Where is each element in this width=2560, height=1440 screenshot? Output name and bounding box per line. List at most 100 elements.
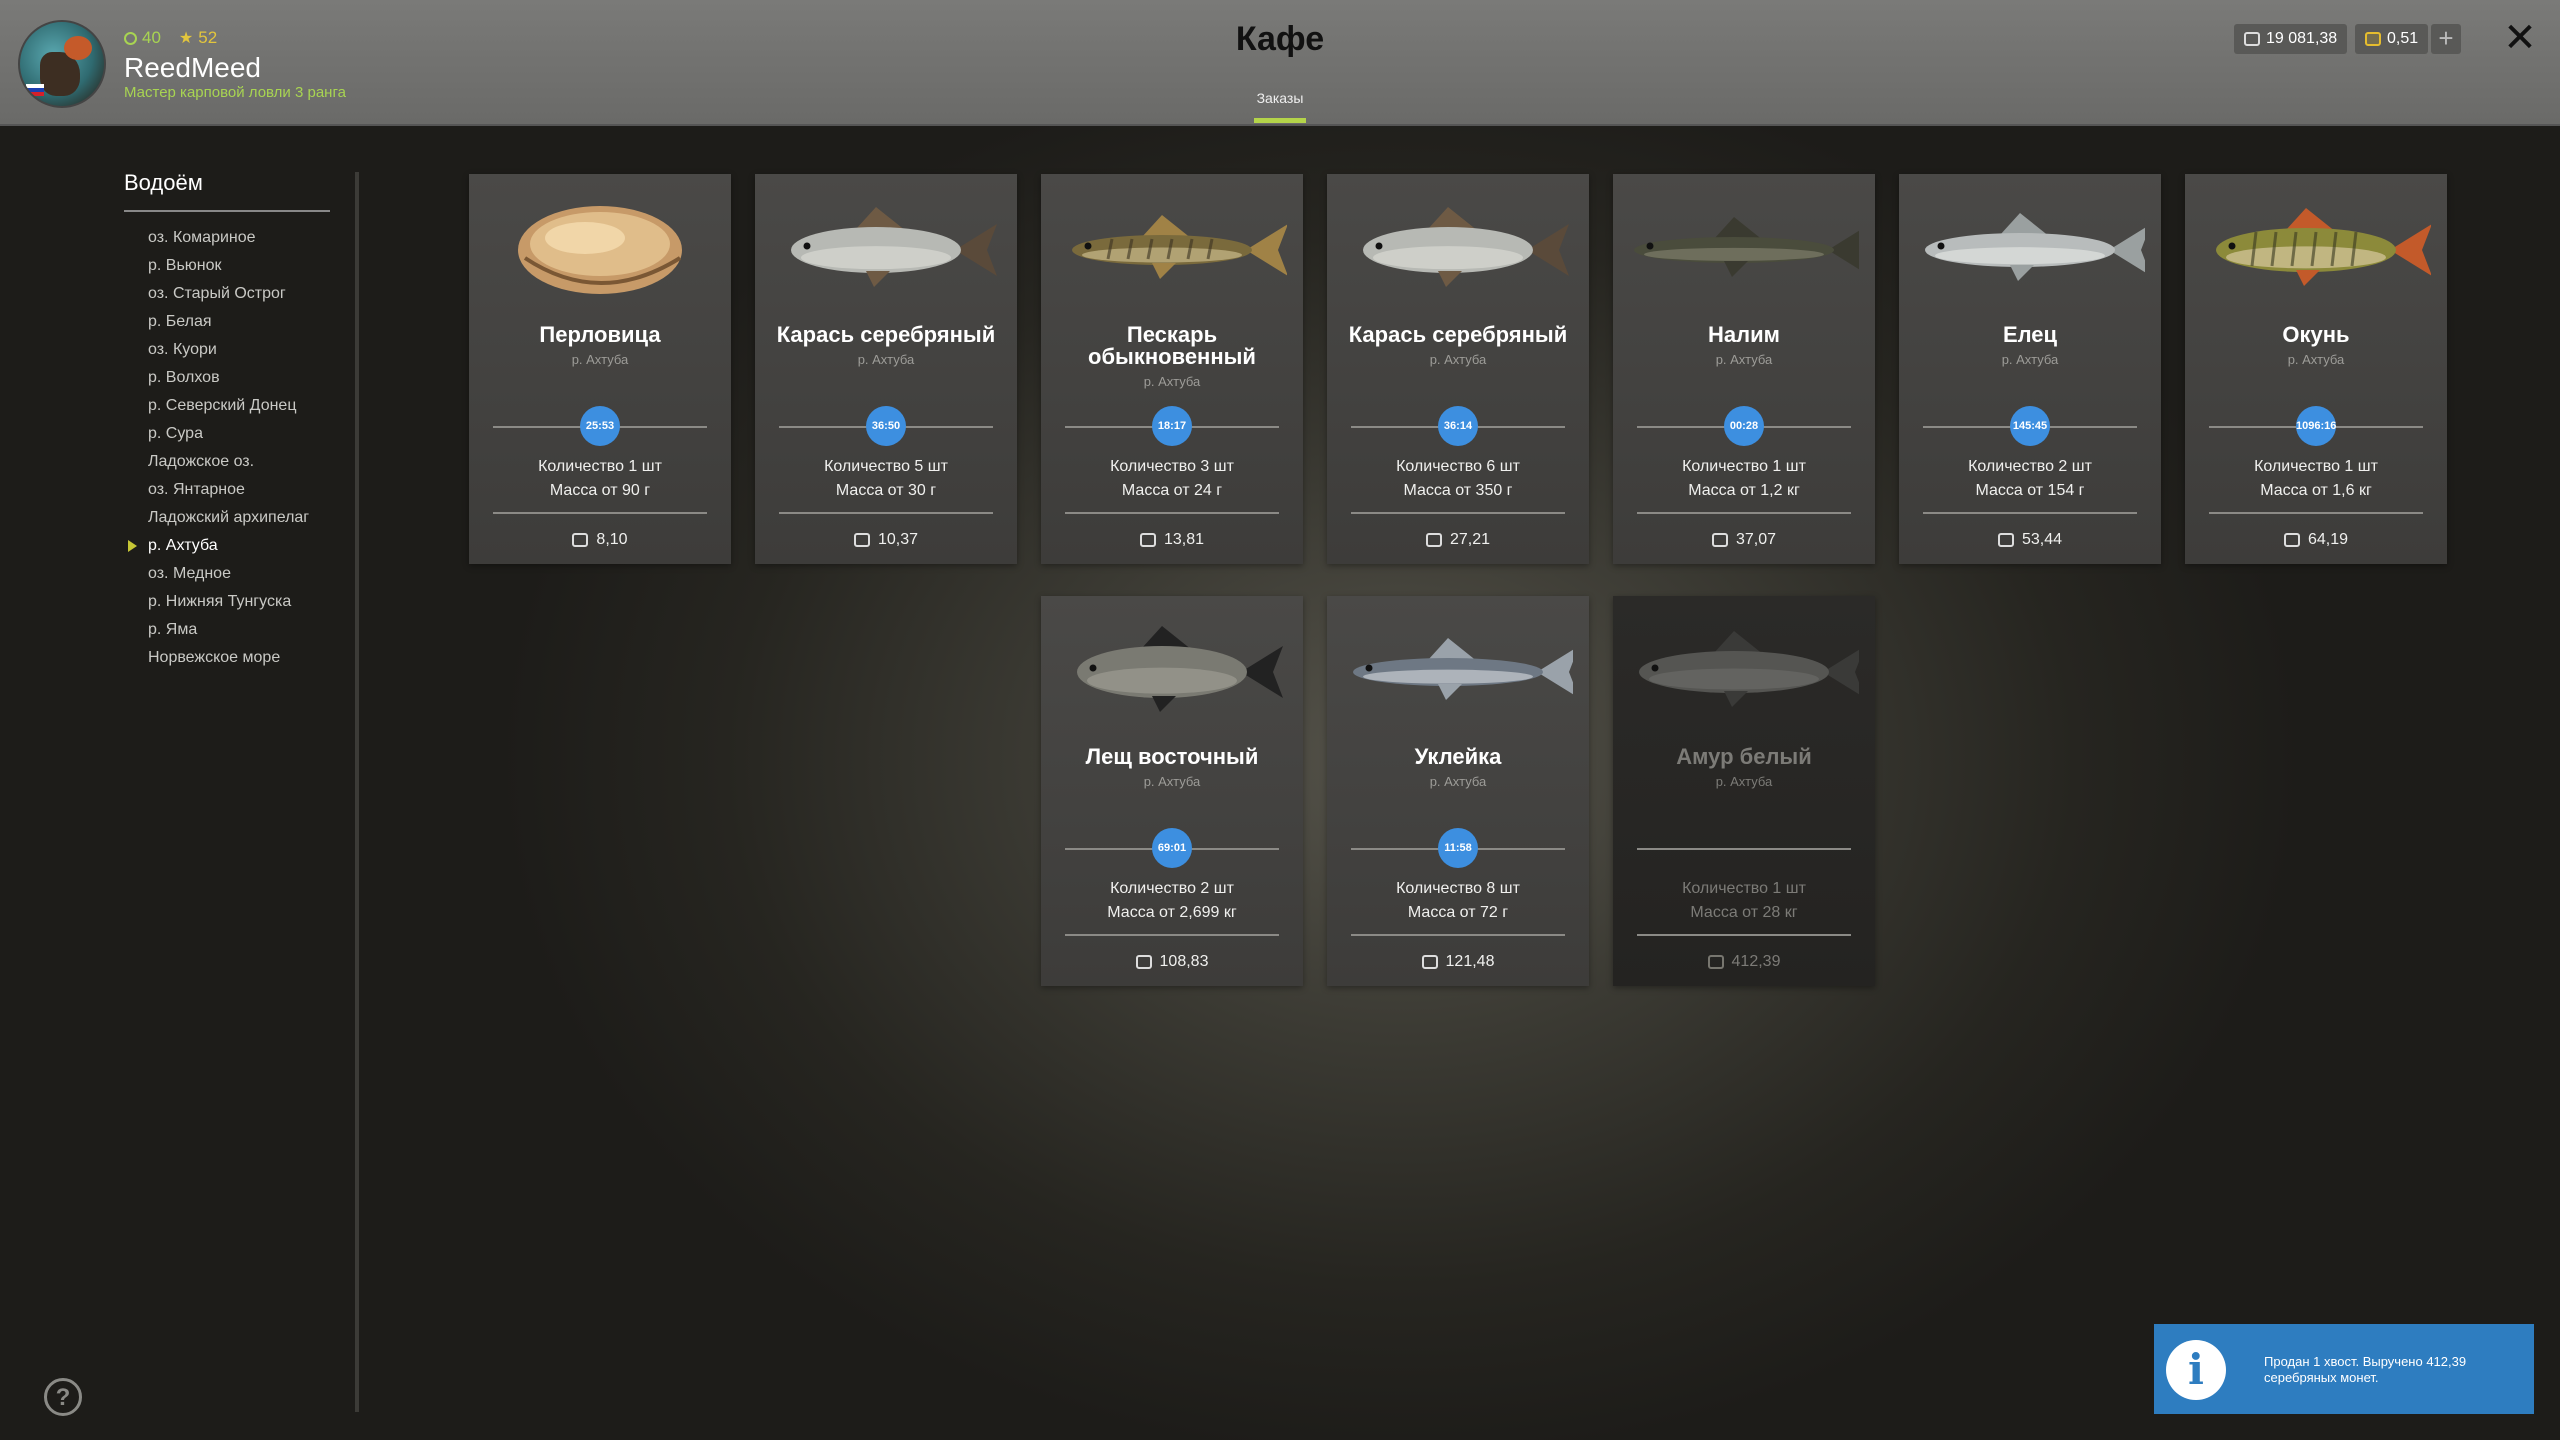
order-card[interactable]: Перловица р. Ахтуба 25:53 Количество 1 шт Ма…: [469, 174, 731, 564]
order-mass: Масса от 350 г: [1403, 482, 1513, 499]
order-card[interactable]: Лещ восточный р. Ахтуба 69:01 Количество 2 …: [1041, 596, 1303, 986]
water-body-label: р. Северский Донец: [148, 397, 297, 414]
order-card[interactable]: Елец р. Ахтуба 145:45 Количество 2 шт Масса …: [1899, 174, 2161, 564]
order-quantity: Количество 2 шт: [1110, 880, 1234, 897]
order-timer: 36:14: [1438, 406, 1478, 446]
add-currency-button[interactable]: +: [2431, 24, 2461, 54]
order-price: 8,10: [469, 531, 731, 549]
tab-orders[interactable]: Заказы: [1230, 90, 1330, 106]
water-body-item[interactable]: р. Вьюнок: [148, 252, 309, 280]
order-mass: Масса от 1,6 кг: [2260, 482, 2372, 499]
order-price-value: 64,19: [2307, 531, 2349, 548]
order-mass: Масса от 1,2 кг: [1688, 482, 1800, 499]
water-body-label: оз. Медное: [148, 565, 231, 582]
water-body-label: р. Волхов: [148, 369, 220, 386]
order-location: р. Ахтуба: [1429, 774, 1487, 789]
silver-coin-icon: [572, 533, 589, 547]
order-item-name: Пескарь обыкновенный: [1088, 322, 1256, 369]
gold-balance-value: 0,51: [2387, 30, 2419, 47]
silver-coin-icon: [1711, 533, 1728, 547]
water-body-item[interactable]: р. Ахтуба: [128, 532, 309, 560]
water-body-item[interactable]: оз. Куори: [148, 336, 309, 364]
order-quantity: Количество 2 шт: [1968, 458, 2092, 475]
water-body-list: оз. Комариное р. Вьюнок оз. Старый Острог р…: [128, 224, 309, 672]
order-timer: 25:53: [580, 406, 620, 446]
silver-coin-icon: [1425, 533, 1442, 547]
water-body-label: р. Сура: [148, 425, 203, 442]
close-button[interactable]: ✕: [2500, 18, 2540, 58]
order-location: р. Ахтуба: [1715, 352, 1773, 367]
fish-image: [2201, 188, 2432, 308]
card-divider: [493, 512, 707, 514]
order-timer: 145:45: [2010, 406, 2050, 446]
silver-coin-icon: [1135, 955, 1152, 969]
order-price-value: 108,83: [1159, 953, 1209, 970]
order-card[interactable]: Карась серебряный р. Ахтуба 36:50 Количеств…: [755, 174, 1017, 564]
water-body-item[interactable]: Норвежское море: [148, 644, 309, 672]
water-body-item[interactable]: Ладожский архипелаг: [148, 504, 309, 532]
order-timer: 69:01: [1152, 828, 1192, 868]
fish-image: [1915, 188, 2151, 308]
water-body-item[interactable]: р. Яма: [148, 616, 309, 644]
order-quantity: Количество 1 шт: [1682, 458, 1806, 475]
order-price-value: 13,81: [1163, 531, 1205, 548]
silver-balance-value: 19 081,38: [2266, 30, 2338, 47]
order-price: 412,39: [1613, 953, 1875, 971]
order-item-name: Карась серебряный: [1348, 322, 1568, 347]
help-button[interactable]: ?: [44, 1378, 82, 1416]
order-timer: 11:58: [1438, 828, 1478, 868]
fish-image: [1629, 188, 1870, 308]
water-body-item[interactable]: оз. Медное: [148, 560, 309, 588]
order-card[interactable]: Налим р. Ахтуба 00:28 Количество 1 шт Масса …: [1613, 174, 1875, 564]
order-card[interactable]: Карась серебряный р. Ахтуба 36:14 Количеств…: [1327, 174, 1589, 564]
card-divider: [1065, 934, 1279, 936]
water-body-item[interactable]: оз. Комариное: [148, 224, 309, 252]
water-body-item[interactable]: Ладожское оз.: [148, 448, 309, 476]
silver-coin-icon: [1997, 533, 2014, 547]
water-body-label: оз. Куори: [148, 341, 217, 358]
water-body-item[interactable]: оз. Янтарное: [148, 476, 309, 504]
water-body-label: оз. Старый Острог: [148, 285, 286, 302]
order-price: 64,19: [2185, 531, 2447, 549]
order-item-name: Карась серебряный: [776, 322, 996, 347]
water-body-label: Норвежское море: [148, 649, 281, 666]
fish-image: [1629, 610, 1865, 730]
player-rank: Мастер карповой ловли 3 ранга: [124, 84, 346, 101]
order-card[interactable]: Пескарь обыкновенный р. Ахтуба 18:17 Количе…: [1041, 174, 1303, 564]
order-mass: Масса от 90 г: [549, 482, 651, 499]
water-body-item[interactable]: р. Волхов: [148, 364, 309, 392]
fish-image: [1343, 188, 1573, 308]
order-price-value: 37,07: [1735, 531, 1777, 548]
order-quantity: Количество 8 шт: [1396, 880, 1520, 897]
order-location: р. Ахтуба: [571, 352, 629, 367]
water-body-item[interactable]: р. Северский Донец: [148, 392, 309, 420]
order-price: 37,07: [1613, 531, 1875, 549]
silver-coin-icon: [1139, 533, 1156, 547]
water-body-item[interactable]: р. Белая: [148, 308, 309, 336]
active-tab-indicator: [1254, 118, 1306, 123]
water-body-item[interactable]: оз. Старый Острог: [148, 280, 309, 308]
order-quantity: Количество 1 шт: [2254, 458, 2378, 475]
card-divider: [1065, 512, 1279, 514]
water-body-item[interactable]: р. Нижняя Тунгуска: [148, 588, 309, 616]
water-body-item[interactable]: р. Сура: [148, 420, 309, 448]
fish-image: [771, 188, 1001, 308]
order-price: 108,83: [1041, 953, 1303, 971]
notification-text: Продан 1 хвост. Выручено 412,39 серебрян…: [2264, 1354, 2467, 1385]
order-mass: Масса от 30 г: [835, 482, 937, 499]
order-quantity: Количество 3 шт: [1110, 458, 1234, 475]
order-price: 13,81: [1041, 531, 1303, 549]
silver-coin-icon: [1421, 955, 1438, 969]
notification-toast: i Продан 1 хвост. Выручено 412,39 серебр…: [2154, 1324, 2534, 1414]
order-price-value: 27,21: [1449, 531, 1491, 548]
order-mass: Масса от 72 г: [1407, 904, 1509, 921]
order-timer: 18:17: [1152, 406, 1192, 446]
order-quantity: Количество 1 шт: [538, 458, 662, 475]
order-card[interactable]: Окунь р. Ахтуба 1096:16 Количество 1 шт Масс…: [2185, 174, 2447, 564]
order-mass: Масса от 28 кг: [1690, 904, 1798, 921]
order-price: 10,37: [755, 531, 1017, 549]
order-location: р. Ахтуба: [857, 352, 915, 367]
order-card[interactable]: Уклейка р. Ахтуба 11:58 Количество 8 шт Масс…: [1327, 596, 1589, 986]
order-price: 27,21: [1327, 531, 1589, 549]
order-card[interactable]: Амур белый р. Ахтуба Количество 1 шт Масса …: [1613, 596, 1875, 986]
